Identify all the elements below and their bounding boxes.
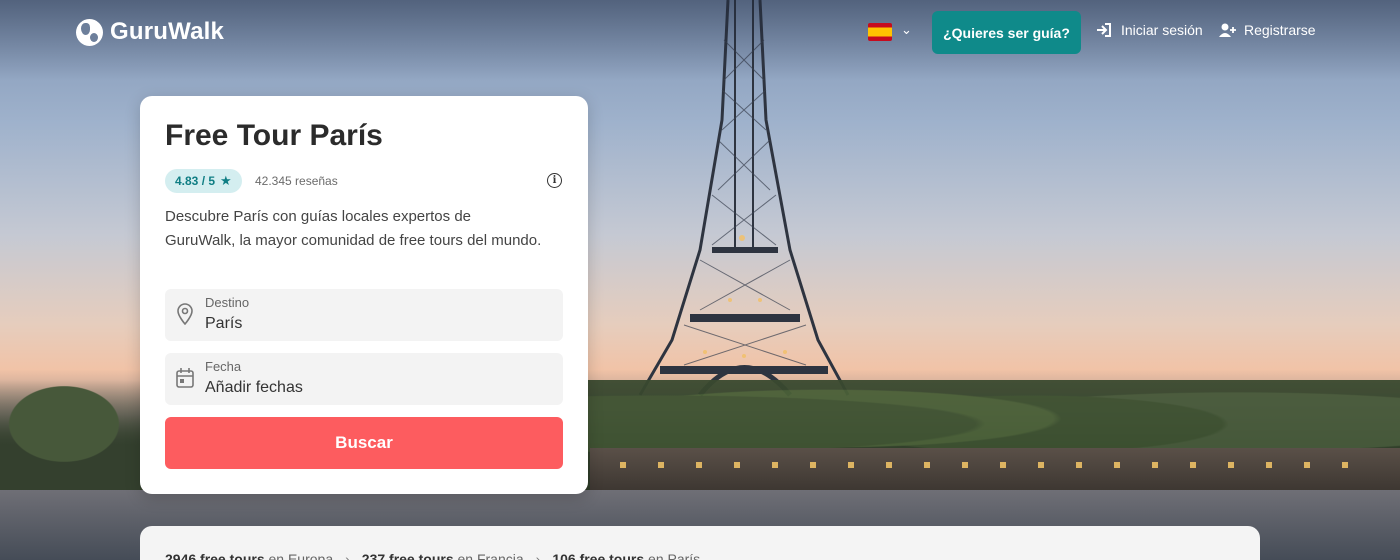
become-guide-button[interactable]: ¿Quieres ser guía?: [932, 11, 1081, 54]
breadcrumb: 2946 free tours en Europa › 237 free tou…: [165, 551, 700, 560]
search-card: Free Tour París 4.83 / 5 ★ 42.345 reseña…: [140, 96, 588, 494]
date-field[interactable]: Fecha Añadir fechas: [165, 353, 563, 405]
page-title: Free Tour París: [165, 119, 383, 152]
breadcrumb-item-paris[interactable]: 106 free tours en París: [552, 551, 700, 560]
spain-flag-icon[interactable]: [868, 23, 892, 41]
breadcrumb-stats-bar: 2946 free tours en Europa › 237 free tou…: [140, 526, 1260, 560]
login-icon: [1097, 23, 1111, 37]
brand-name: GuruWalk: [110, 18, 225, 45]
destination-field[interactable]: Destino París: [165, 289, 563, 341]
login-label: Iniciar sesión: [1121, 22, 1203, 38]
chevron-down-icon[interactable]: ⌄: [901, 22, 912, 38]
location-pin-icon: [177, 303, 193, 325]
add-user-icon: [1219, 23, 1236, 37]
tour-description: Descubre París con guías locales experto…: [165, 208, 542, 249]
register-link[interactable]: Registrarse: [1219, 22, 1316, 38]
review-count: 42.345 reseñas: [255, 174, 338, 188]
info-icon[interactable]: i: [547, 173, 562, 188]
destination-label: Destino: [205, 295, 250, 310]
login-link[interactable]: Iniciar sesión: [1096, 22, 1203, 38]
top-navigation: GuruWalk ⌄ ¿Quieres ser guía? Iniciar se…: [0, 0, 1400, 64]
destination-value: París: [205, 315, 243, 332]
rating-badge: 4.83 / 5 ★: [165, 169, 242, 193]
chevron-right-icon: ›: [535, 551, 541, 560]
chevron-right-icon: ›: [345, 551, 350, 560]
globe-icon: [76, 18, 103, 46]
rating-value: 4.83 / 5: [175, 174, 216, 188]
quay-lights: [620, 462, 1380, 468]
quay: [590, 448, 1400, 494]
calendar-icon: [176, 368, 194, 388]
star-icon: ★: [220, 173, 232, 188]
breadcrumb-item-europe[interactable]: 2946 free tours en Europa: [165, 551, 333, 560]
register-label: Registrarse: [1244, 22, 1316, 38]
guruwalk-logo[interactable]: GuruWalk: [76, 18, 224, 46]
trees-left: [0, 380, 160, 490]
date-label: Fecha: [205, 359, 242, 374]
date-value: Añadir fechas: [205, 379, 303, 396]
search-button[interactable]: Buscar: [165, 417, 563, 469]
breadcrumb-item-france[interactable]: 237 free tours en Francia: [362, 551, 524, 560]
